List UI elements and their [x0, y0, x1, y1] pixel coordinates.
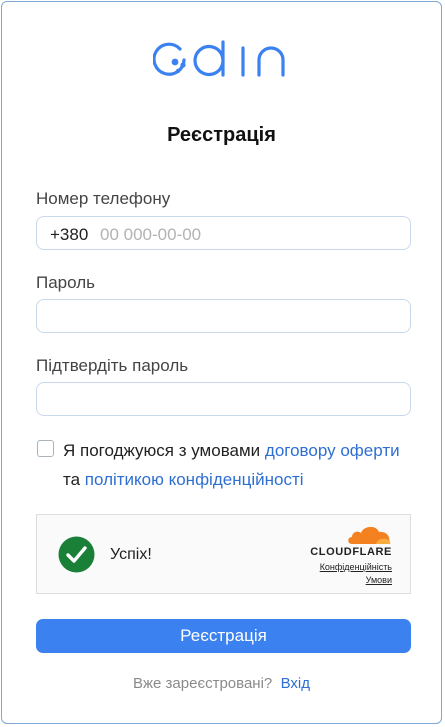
register-button[interactable]: Реєстрація: [36, 619, 411, 653]
phone-label: Номер телефону: [36, 189, 171, 208]
offer-link[interactable]: договору оферти: [265, 441, 400, 460]
password-label: Пароль: [36, 273, 95, 292]
cloudflare-brand: CLOUDFLARE: [310, 546, 392, 558]
edin-logo: [153, 40, 285, 77]
phone-placeholder: 00 000-00-00: [100, 225, 202, 244]
login-link[interactable]: Вхід: [281, 675, 310, 692]
agreement-text: Я погоджуюся з умовами договору оферти т…: [63, 436, 408, 494]
success-check-icon: [58, 536, 95, 573]
captcha-terms-link[interactable]: Умови: [366, 575, 392, 585]
privacy-policy-link[interactable]: політикою конфіденційності: [85, 470, 304, 489]
phone-input[interactable]: +380 00 000-00-00: [36, 216, 411, 250]
password-input[interactable]: [36, 299, 411, 333]
phone-prefix: +380: [50, 225, 89, 244]
agreement-text-before: Я погоджуюся з умовами: [63, 441, 265, 460]
confirm-password-label: Підтвердіть пароль: [36, 356, 189, 375]
captcha-privacy-link[interactable]: Конфіденційність: [320, 562, 392, 572]
agreement-text-middle: та: [63, 470, 85, 489]
confirm-password-input[interactable]: [36, 382, 411, 416]
captcha-status: Успіх!: [110, 546, 152, 563]
login-question: Вже зареєстровані?: [132, 675, 273, 692]
agreement-checkbox[interactable]: [37, 440, 54, 457]
registration-card: Реєстрація Номер телефону +380 00 000-00…: [1, 1, 442, 724]
captcha-widget: Успіх! CLOUDFLARE Конфіденційність Умови: [36, 514, 411, 594]
cloudflare-cloud-icon: [348, 526, 391, 544]
page-title: Реєстрація: [167, 124, 276, 146]
login-prompt: Вже зареєстровані? Вхід: [2, 675, 441, 692]
